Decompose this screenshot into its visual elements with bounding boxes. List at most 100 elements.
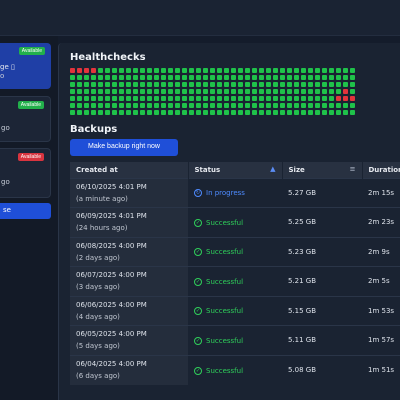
- healthcheck-cell-ok[interactable]: [119, 82, 124, 87]
- healthcheck-cell-ok[interactable]: [126, 68, 131, 73]
- healthcheck-cell-ok[interactable]: [168, 96, 173, 101]
- healthcheck-cell-ok[interactable]: [168, 75, 173, 80]
- healthcheck-cell-ok[interactable]: [280, 75, 285, 80]
- healthcheck-cell-ok[interactable]: [252, 89, 257, 94]
- healthcheck-cell-ok[interactable]: [231, 75, 236, 80]
- healthcheck-cell-ok[interactable]: [238, 96, 243, 101]
- healthcheck-cell-ok[interactable]: [294, 82, 299, 87]
- healthcheck-cell-failed[interactable]: [70, 68, 75, 73]
- healthcheck-cell-ok[interactable]: [154, 82, 159, 87]
- healthcheck-cell-ok[interactable]: [84, 103, 89, 108]
- healthcheck-cell-ok[interactable]: [217, 82, 222, 87]
- healthcheck-cell-ok[interactable]: [231, 89, 236, 94]
- healthcheck-cell-ok[interactable]: [336, 68, 341, 73]
- healthcheck-cell-ok[interactable]: [126, 103, 131, 108]
- healthcheck-cell-ok[interactable]: [196, 103, 201, 108]
- healthcheck-cell-failed[interactable]: [343, 89, 348, 94]
- healthcheck-cell-ok[interactable]: [98, 110, 103, 115]
- healthcheck-cell-ok[interactable]: [70, 89, 75, 94]
- healthcheck-cell-ok[interactable]: [91, 89, 96, 94]
- healthcheck-cell-ok[interactable]: [308, 103, 313, 108]
- healthcheck-cell-ok[interactable]: [329, 82, 334, 87]
- column-header-status[interactable]: Status ▲: [188, 162, 283, 178]
- healthcheck-cell-ok[interactable]: [147, 89, 152, 94]
- healthcheck-cell-ok[interactable]: [245, 110, 250, 115]
- healthcheck-cell-ok[interactable]: [182, 89, 187, 94]
- healthcheck-cell-ok[interactable]: [329, 89, 334, 94]
- healthcheck-cell-ok[interactable]: [266, 96, 271, 101]
- healthcheck-cell-ok[interactable]: [112, 96, 117, 101]
- healthcheck-cell-ok[interactable]: [133, 96, 138, 101]
- healthcheck-cell-ok[interactable]: [119, 68, 124, 73]
- healthcheck-cell-ok[interactable]: [259, 82, 264, 87]
- healthcheck-cell-ok[interactable]: [98, 82, 103, 87]
- healthcheck-cell-ok[interactable]: [105, 68, 110, 73]
- healthcheck-cell-ok[interactable]: [168, 89, 173, 94]
- healthcheck-cell-ok[interactable]: [91, 110, 96, 115]
- column-header-size[interactable]: Size ≡: [282, 162, 363, 178]
- healthcheck-cell-ok[interactable]: [252, 96, 257, 101]
- healthcheck-cell-ok[interactable]: [126, 89, 131, 94]
- table-row[interactable]: 06/09/2025 4:01 PM (24 hours ago) ✓ Success…: [70, 207, 400, 237]
- healthcheck-cell-ok[interactable]: [189, 103, 194, 108]
- healthcheck-cell-ok[interactable]: [140, 96, 145, 101]
- healthcheck-cell-ok[interactable]: [322, 75, 327, 80]
- healthcheck-cell-ok[interactable]: [224, 82, 229, 87]
- make-backup-button[interactable]: Make backup right now: [70, 139, 178, 156]
- healthcheck-cell-ok[interactable]: [287, 110, 292, 115]
- healthcheck-cell-ok[interactable]: [161, 89, 166, 94]
- healthcheck-cell-ok[interactable]: [266, 103, 271, 108]
- healthcheck-cell-ok[interactable]: [315, 75, 320, 80]
- healthcheck-cell-ok[interactable]: [294, 96, 299, 101]
- healthcheck-cell-ok[interactable]: [329, 68, 334, 73]
- healthcheck-cell-ok[interactable]: [245, 82, 250, 87]
- healthcheck-cell-ok[interactable]: [119, 75, 124, 80]
- table-row[interactable]: 06/06/2025 4:00 PM (4 days ago) ✓ Successfu…: [70, 295, 400, 326]
- healthcheck-cell-ok[interactable]: [147, 103, 152, 108]
- table-row[interactable]: 06/04/2025 4:00 PM (6 days ago) ✓ Successfu…: [70, 354, 400, 385]
- healthcheck-cell-ok[interactable]: [245, 103, 250, 108]
- healthcheck-cell-ok[interactable]: [294, 68, 299, 73]
- healthcheck-cell-ok[interactable]: [266, 75, 271, 80]
- healthcheck-cell-ok[interactable]: [301, 89, 306, 94]
- healthcheck-cell-ok[interactable]: [112, 75, 117, 80]
- healthcheck-cell-ok[interactable]: [231, 103, 236, 108]
- healthcheck-cell-ok[interactable]: [350, 82, 355, 87]
- healthcheck-cell-ok[interactable]: [154, 96, 159, 101]
- healthcheck-cell-ok[interactable]: [259, 110, 264, 115]
- healthcheck-cell-ok[interactable]: [147, 110, 152, 115]
- healthcheck-cell-ok[interactable]: [252, 82, 257, 87]
- healthcheck-cell-failed[interactable]: [77, 68, 82, 73]
- database-card-3[interactable]: Available go: [0, 148, 51, 198]
- healthcheck-cell-ok[interactable]: [224, 75, 229, 80]
- healthcheck-cell-ok[interactable]: [84, 96, 89, 101]
- healthcheck-cell-ok[interactable]: [287, 75, 292, 80]
- healthcheck-cell-ok[interactable]: [189, 68, 194, 73]
- sidebar-action-button[interactable]: se: [0, 203, 51, 219]
- healthcheck-cell-ok[interactable]: [266, 89, 271, 94]
- healthcheck-cell-ok[interactable]: [210, 96, 215, 101]
- healthcheck-cell-ok[interactable]: [77, 103, 82, 108]
- healthcheck-cell-ok[interactable]: [105, 89, 110, 94]
- healthcheck-cell-ok[interactable]: [238, 89, 243, 94]
- healthcheck-cell-ok[interactable]: [273, 75, 278, 80]
- healthcheck-cell-ok[interactable]: [350, 89, 355, 94]
- healthcheck-cell-ok[interactable]: [189, 96, 194, 101]
- healthcheck-cell-ok[interactable]: [175, 68, 180, 73]
- healthcheck-cell-ok[interactable]: [217, 110, 222, 115]
- healthcheck-cell-ok[interactable]: [280, 103, 285, 108]
- healthcheck-cell-ok[interactable]: [336, 110, 341, 115]
- healthcheck-cell-failed[interactable]: [84, 68, 89, 73]
- healthcheck-cell-ok[interactable]: [105, 110, 110, 115]
- healthcheck-cell-ok[interactable]: [161, 103, 166, 108]
- healthcheck-cell-ok[interactable]: [273, 110, 278, 115]
- healthcheck-cell-ok[interactable]: [105, 103, 110, 108]
- healthcheck-cell-ok[interactable]: [98, 96, 103, 101]
- healthcheck-cell-ok[interactable]: [259, 75, 264, 80]
- healthcheck-cell-ok[interactable]: [133, 110, 138, 115]
- healthcheck-cell-ok[interactable]: [133, 89, 138, 94]
- healthcheck-cell-ok[interactable]: [322, 110, 327, 115]
- healthcheck-cell-ok[interactable]: [287, 96, 292, 101]
- healthcheck-cell-ok[interactable]: [189, 110, 194, 115]
- healthcheck-cell-ok[interactable]: [112, 103, 117, 108]
